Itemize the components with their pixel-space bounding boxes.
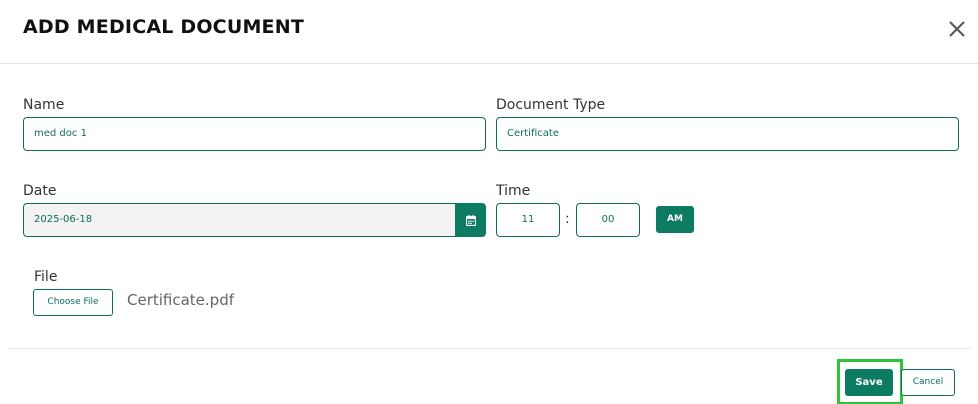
- save-button[interactable]: Save: [845, 369, 893, 396]
- minute-input[interactable]: 00: [576, 203, 640, 237]
- hour-input[interactable]: 11: [496, 203, 560, 237]
- footer-divider: [8, 348, 970, 349]
- date-input[interactable]: 2025-06-18: [23, 203, 457, 237]
- time-separator: :: [565, 211, 570, 227]
- name-label: Name: [23, 97, 65, 113]
- document-type-input[interactable]: Certificate: [496, 117, 959, 151]
- file-label: File: [34, 269, 58, 285]
- date-label: Date: [23, 183, 57, 199]
- choose-file-button[interactable]: Choose File: [33, 289, 113, 316]
- calendar-icon: [465, 214, 476, 226]
- time-label: Time: [496, 183, 531, 199]
- add-medical-document-modal: ADD MEDICAL DOCUMENT Name med doc 1 Docu…: [0, 0, 978, 404]
- modal-title: ADD MEDICAL DOCUMENT: [23, 16, 305, 38]
- cancel-button[interactable]: Cancel: [901, 369, 955, 396]
- calendar-button[interactable]: [455, 203, 486, 237]
- name-input[interactable]: med doc 1: [23, 117, 486, 151]
- modal-header: ADD MEDICAL DOCUMENT: [0, 0, 978, 64]
- am-pm-toggle[interactable]: AM: [656, 206, 694, 233]
- selected-filename: Certificate.pdf: [127, 291, 235, 309]
- close-icon[interactable]: [946, 18, 968, 40]
- document-type-label: Document Type: [496, 97, 606, 113]
